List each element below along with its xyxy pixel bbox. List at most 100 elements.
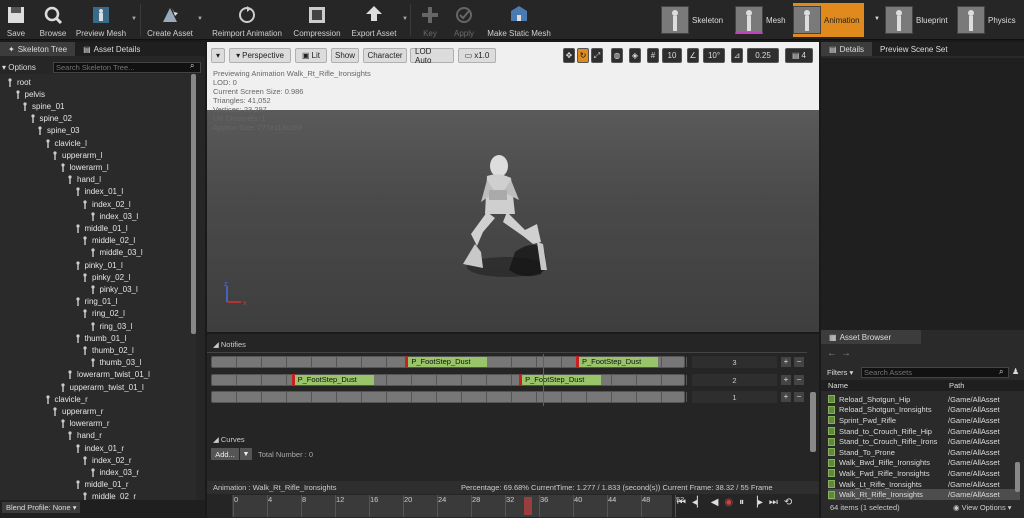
bone-node[interactable]: spine_01: [21, 100, 64, 112]
bone-node[interactable]: pinky_03_l: [89, 283, 138, 295]
lod-button[interactable]: LOD Auto: [410, 47, 454, 65]
skeleton-mode-tab[interactable]: Skeleton: [661, 3, 723, 37]
blend-profile-dropdown[interactable]: Blend Profile: None ▾: [2, 502, 81, 513]
asset-row[interactable]: Reload_Shotgun_Hip/Game/AllAsset: [828, 394, 1020, 405]
export-dropdown-icon[interactable]: ▼: [402, 16, 408, 22]
notify-event[interactable]: P_FootStep_Dust: [291, 374, 374, 386]
forward-icon[interactable]: →: [841, 348, 851, 359]
preview-mesh-button[interactable]: Preview Mesh: [73, 0, 129, 40]
bone-node[interactable]: index_02_l: [81, 198, 131, 210]
step-forward-icon[interactable]: ▕▸: [750, 497, 763, 508]
bone-node[interactable]: clavicle_r: [44, 393, 88, 405]
asset-row[interactable]: Stand_To_Prone/Game/AllAsset: [828, 447, 1020, 458]
create-asset-button[interactable]: Create Asset: [144, 0, 196, 40]
bone-node[interactable]: clavicle_l: [44, 137, 87, 149]
bone-node[interactable]: index_01_l: [74, 186, 123, 198]
bone-node[interactable]: upperarm_twist_01_l: [59, 381, 144, 393]
bone-node[interactable]: middle_01_l: [74, 222, 128, 234]
asset-row[interactable]: Stand_to_Crouch_Rifle_Hip/Game/AllAsset: [828, 426, 1020, 437]
scale-snap-value[interactable]: 0.25: [747, 48, 779, 63]
save-button[interactable]: Save: [3, 0, 29, 40]
rotate-icon[interactable]: ↻: [577, 48, 589, 63]
bone-node[interactable]: spine_02: [29, 113, 72, 125]
camera-speed-button[interactable]: ▤ 4: [785, 48, 813, 63]
pause-icon[interactable]: ⏸: [739, 497, 744, 508]
tab-skeleton-tree[interactable]: ✦ Skeleton Tree: [0, 42, 76, 56]
remove-track-button[interactable]: −: [794, 357, 804, 367]
scrub-bar[interactable]: 0 4 8 12 16 20 24 28 32 36 40 44 48 52: [232, 495, 684, 517]
add-track-button[interactable]: +: [781, 357, 791, 367]
asset-row[interactable]: Walk_Fwd_Rifle_Ironsights/Game/AllAsset: [828, 468, 1020, 479]
perspective-button[interactable]: ▾ Perspective: [229, 48, 291, 63]
bone-node[interactable]: pelvis: [14, 88, 45, 100]
notify-event[interactable]: P_FootStep_Dust: [405, 356, 488, 368]
asset-row[interactable]: Sprint_Fwd_Rifle/Game/AllAsset: [828, 415, 1020, 426]
create-asset-dropdown-icon[interactable]: ▼: [197, 16, 203, 22]
viewport-menu-button[interactable]: ▾: [211, 48, 225, 63]
world-icon[interactable]: ◍: [611, 48, 623, 63]
add-track-button[interactable]: +: [781, 375, 791, 385]
tab-asset-details[interactable]: ▤ Asset Details: [75, 42, 148, 56]
bone-node[interactable]: root: [6, 76, 31, 88]
bone-node[interactable]: upperarm_l: [51, 149, 102, 161]
asset-search-input[interactable]: [861, 367, 1009, 378]
path-column-header[interactable]: Path: [949, 381, 964, 390]
view-options-button[interactable]: ◉ View Options ▾: [953, 503, 1012, 512]
asset-row[interactable]: Walk_Rt_Rifle_Ironsights/Game/AllAsset: [828, 489, 1020, 500]
user-icon[interactable]: ♟: [1012, 367, 1019, 376]
notify-track[interactable]: [211, 391, 687, 403]
animation-mode-dropdown-icon[interactable]: ▼: [874, 16, 880, 22]
notify-event[interactable]: P_FootStep_Dust: [575, 356, 658, 368]
surface-snap-icon[interactable]: ◈: [629, 48, 641, 63]
bone-node[interactable]: hand_r: [66, 430, 102, 442]
bone-node[interactable]: pinky_02_l: [81, 271, 130, 283]
bone-node[interactable]: ring_03_l: [89, 320, 132, 332]
bone-node[interactable]: middle_03_l: [89, 247, 143, 259]
scale-snap-icon[interactable]: ⊿: [731, 48, 743, 63]
asset-row[interactable]: Reload_Shotgun_Ironsights/Game/AllAsset: [828, 405, 1020, 416]
bone-node[interactable]: middle_02_l: [81, 235, 135, 247]
remove-track-button[interactable]: −: [794, 375, 804, 385]
filters-dropdown[interactable]: Filters ▾: [827, 368, 853, 377]
export-asset-button[interactable]: Export Asset: [348, 0, 400, 40]
animation-mode-tab[interactable]: Animation: [793, 3, 864, 37]
add-track-button[interactable]: +: [781, 392, 791, 402]
notify-event[interactable]: P_FootStep_Dust: [519, 374, 602, 386]
tab-details[interactable]: ▤ Details: [821, 42, 873, 56]
make-static-mesh-button[interactable]: Make Static Mesh: [484, 0, 554, 40]
add-curve-dropdown-icon[interactable]: ▼: [240, 448, 252, 460]
bone-node[interactable]: pinky_01_l: [74, 259, 123, 271]
skeleton-search-input[interactable]: [53, 61, 201, 73]
curves-header[interactable]: ◢ Curves: [213, 435, 245, 444]
bone-node[interactable]: upperarm_r: [51, 405, 103, 417]
remove-track-button[interactable]: −: [794, 392, 804, 402]
play-reverse-icon[interactable]: ◀: [711, 497, 719, 508]
step-back-icon[interactable]: ◂▏: [692, 497, 705, 508]
bone-node[interactable]: ring_02_l: [81, 308, 125, 320]
scale-icon[interactable]: ⤢: [591, 48, 603, 63]
timeline-scrollbar[interactable]: [810, 392, 816, 452]
bone-node[interactable]: hand_l: [66, 174, 101, 186]
grid-snap-value[interactable]: 10: [662, 48, 682, 63]
angle-snap-icon[interactable]: ∠: [687, 48, 699, 63]
bone-node[interactable]: spine_03: [36, 125, 79, 137]
bone-node[interactable]: index_03_l: [89, 210, 138, 222]
lit-button[interactable]: ▣ Lit: [295, 48, 327, 63]
loop-icon[interactable]: ⟲: [784, 497, 792, 508]
bone-node[interactable]: index_03_r: [89, 466, 139, 478]
scrub-handle[interactable]: [524, 497, 532, 515]
record-icon[interactable]: ◉: [724, 497, 733, 508]
mesh-mode-tab[interactable]: Mesh: [735, 3, 786, 37]
add-curve-button[interactable]: Add...: [211, 448, 239, 460]
asset-scrollbar[interactable]: [1015, 462, 1020, 492]
translate-icon[interactable]: ✥: [563, 48, 575, 63]
asset-row[interactable]: Stand_to_Crouch_Rifle_Irons/Game/AllAsse…: [828, 436, 1020, 447]
bone-node[interactable]: index_01_r: [74, 442, 124, 454]
bone-node[interactable]: thumb_02_l: [81, 344, 134, 356]
angle-snap-value[interactable]: 10°: [703, 48, 725, 63]
playback-speed-button[interactable]: ▭ x1.0: [458, 48, 496, 63]
tab-asset-browser[interactable]: ▦ Asset Browser: [821, 330, 921, 344]
viewport[interactable]: ▾ ▾ Perspective ▣ Lit Show Character LOD A…: [207, 42, 819, 332]
notifies-header[interactable]: ◢ Notifies: [213, 340, 246, 349]
character-button[interactable]: Character: [363, 48, 407, 63]
